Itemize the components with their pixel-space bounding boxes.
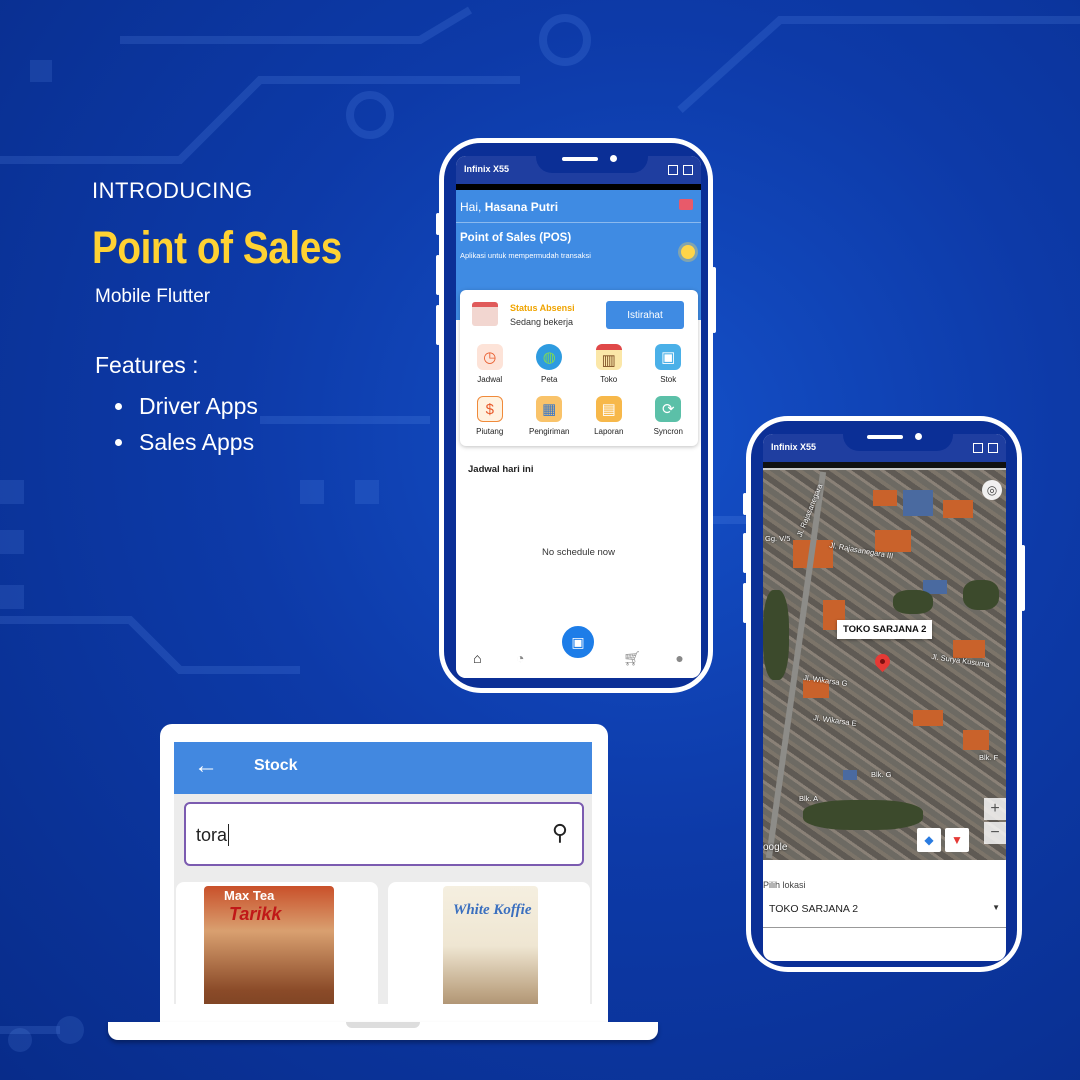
menu-item-toko[interactable]: ▥ Toko [579, 344, 639, 384]
search-input[interactable]: tora ⚲ [184, 802, 584, 866]
delivery-icon: ▦ [536, 396, 563, 422]
map-view[interactable]: Jl. Rajasanegara Jl. Rajasanegara III Jl… [763, 470, 1006, 860]
screen-title: Stock [254, 757, 298, 774]
attendance-status: Sedang bekerja [510, 317, 574, 327]
home-screen: Infinix X55 Hai, Hasana Putri Point of S… [456, 156, 701, 678]
report-icon: ▤ [595, 396, 622, 422]
google-maps-icon[interactable]: ▼ [945, 828, 969, 852]
phone-home: Infinix X55 Hai, Hasana Putri Point of S… [436, 138, 716, 693]
map-attribution: oogle [763, 842, 788, 853]
street-label: Gg. V/5 [765, 534, 791, 543]
select-label: Pilih lokasi [763, 880, 806, 890]
app-bar: ← Stock [174, 742, 592, 794]
maximize-icon[interactable] [683, 165, 693, 175]
attendance-title: Status Absensi [510, 303, 575, 313]
back-arrow-icon[interactable]: ← [194, 752, 218, 780]
features-heading: Features : [95, 352, 199, 378]
globe-icon: ◍ [536, 344, 563, 370]
menu-item-pengiriman[interactable]: ▦ Pengiriman [520, 396, 580, 436]
sync-icon: ⟳ [655, 396, 682, 422]
receivable-icon: $ [476, 396, 503, 422]
select-value: TOKO SARJANA 2 [769, 903, 859, 915]
directions-icon[interactable]: ◆ [917, 828, 941, 852]
page-title: Point of Sales [92, 222, 342, 273]
product-card[interactable]: White Koffie [388, 882, 590, 1004]
intro-eyebrow: INTRODUCING [92, 178, 253, 203]
profile-icon[interactable]: ● [675, 650, 683, 666]
clock-icon: ◷ [476, 344, 503, 370]
scan-icon[interactable]: ▣ [559, 623, 597, 661]
minimize-icon[interactable] [973, 443, 983, 453]
message-icon[interactable] [679, 199, 693, 210]
menu-item-piutang[interactable]: $ Piutang [460, 396, 520, 436]
app-subtitle: Aplikasi untuk mempermudah transaksi [460, 251, 591, 260]
home-icon[interactable]: ⌂ [473, 650, 481, 666]
street-label: Blk. A [799, 794, 819, 803]
cart-icon[interactable]: 🛒︎ [623, 650, 641, 667]
zoom-out-icon[interactable]: − [984, 822, 1006, 844]
location-select[interactable]: TOKO SARJANA 2 ▼ [763, 892, 1006, 928]
device-label: Infinix X55 [771, 442, 817, 452]
street-label: Blk. F [979, 753, 999, 762]
product-image: White Koffie [443, 886, 538, 1004]
menu-grid: ◷ Jadwal ◍ Peta ▥ Toko ▣ Stok $ Piutang ▦ Peng… [460, 344, 698, 436]
sun-icon [681, 245, 695, 259]
search-value: tora [196, 824, 230, 846]
phone-map: Infinix X55 Jl. Rajasanegara Jl. Rajasan… [743, 416, 1025, 972]
laptop-base [108, 1022, 658, 1040]
product-image: Max Tea Tarikk [204, 886, 334, 1004]
laptop: ← Stock tora ⚲ Max Tea Tarikk White Koff… [160, 724, 608, 1028]
street-label: Blk. G [871, 770, 892, 779]
page-subtitle: Mobile Flutter [95, 286, 211, 307]
pin-callout[interactable]: TOKO SARJANA 2 [837, 620, 933, 639]
greeting: Hai, Hasana Putri [460, 200, 559, 214]
zoom-in-icon[interactable]: + [984, 798, 1006, 820]
stock-screen: ← Stock tora ⚲ Max Tea Tarikk White Koff… [174, 742, 592, 1004]
user-name: Hasana Putri [484, 200, 559, 214]
attendance-icon [472, 302, 498, 326]
store-icon: ▥ [595, 344, 622, 370]
menu-item-jadwal[interactable]: ◷ Jadwal [460, 344, 520, 384]
menu-item-stok[interactable]: ▣ Stok [639, 344, 699, 384]
stock-icon: ▣ [655, 344, 682, 370]
product-card[interactable]: Max Tea Tarikk [176, 882, 378, 1004]
app-title: Point of Sales (POS) [460, 232, 572, 244]
break-button[interactable]: Istirahat [606, 301, 684, 329]
dropdown-arrow-icon: ▼ [992, 903, 1000, 912]
history-icon[interactable]: ◔ [516, 650, 524, 666]
device-label: Infinix X55 [464, 164, 510, 174]
menu-item-laporan[interactable]: ▤ Laporan [579, 396, 639, 436]
menu-item-syncron[interactable]: ⟳ Syncron [639, 396, 699, 436]
maximize-icon[interactable] [988, 443, 998, 453]
feature-item: Sales Apps [115, 424, 258, 460]
schedule-empty: No schedule now [542, 547, 615, 558]
schedule-heading: Jadwal hari ini [468, 464, 534, 475]
feature-item: Driver Apps [115, 388, 258, 424]
attendance-card: Status Absensi Sedang bekerja Istirahat … [460, 290, 698, 446]
my-location-icon[interactable]: ◎ [982, 480, 1002, 500]
features-list: Driver Apps Sales Apps [115, 388, 258, 460]
search-icon[interactable]: ⚲ [552, 820, 568, 846]
map-screen: Infinix X55 Jl. Rajasanegara Jl. Rajasan… [763, 434, 1006, 961]
menu-item-peta[interactable]: ◍ Peta [520, 344, 580, 384]
minimize-icon[interactable] [668, 165, 678, 175]
